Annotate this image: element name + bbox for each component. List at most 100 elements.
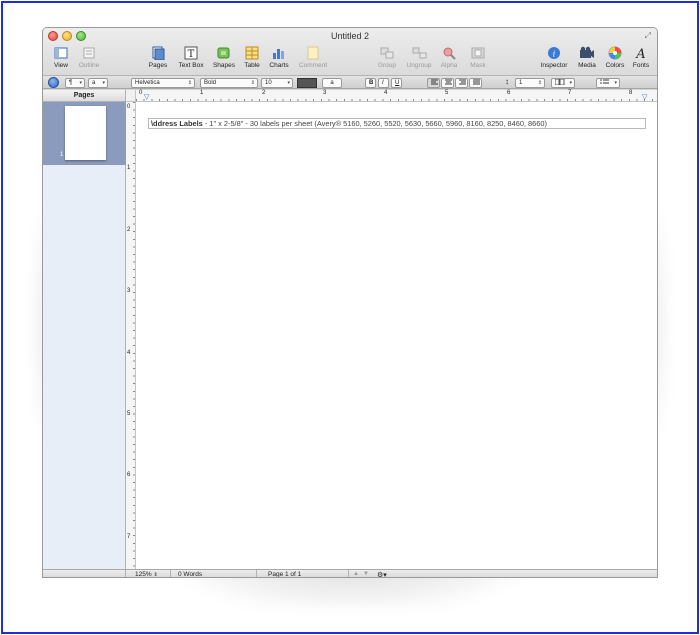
page-thumbnail-number: 1: [60, 152, 64, 158]
char-sample-value: a: [330, 80, 334, 86]
zoom-select[interactable]: 125% ⇕: [135, 571, 158, 578]
right-indent-marker-icon[interactable]: ▽: [642, 93, 647, 101]
inspector-label: Inspector: [540, 62, 568, 69]
bold-label: B: [369, 80, 374, 86]
font-family-select[interactable]: Helvetica ⇕: [131, 78, 195, 88]
table-label: Table: [244, 62, 260, 69]
line-spacing-icon: ↕: [505, 77, 509, 86]
status-separator: [170, 570, 171, 577]
left-indent-marker-icon[interactable]: ▽: [144, 93, 149, 101]
h-ruler-label-8: 8: [629, 90, 633, 96]
fonts-icon: A: [635, 47, 645, 60]
colors-icon: [608, 46, 622, 60]
columns-icon: [554, 79, 565, 86]
align-center-button[interactable]: [441, 78, 454, 88]
ungroup-icon: [412, 47, 427, 59]
action-gear-icon[interactable]: ⚙▾: [377, 571, 387, 577]
svg-text:i: i: [553, 50, 556, 59]
italic-label: I: [382, 80, 384, 86]
alpha-button[interactable]: Alpha: [438, 46, 460, 69]
character-style-value: a: [92, 80, 96, 86]
vertical-ruler[interactable]: 0 1 2 3 4 5 6 7: [126, 102, 136, 569]
v-ruler-label-0: 0: [127, 104, 131, 110]
outline-button[interactable]: Outline: [76, 46, 102, 69]
format-bar: ¶ ▾ a ▾ Helvetica ⇕ Bold ⇕ 10 ▾ a B I U ↕ 1 ⇕ …: [43, 75, 657, 89]
list-style-select[interactable]: ▾: [596, 78, 620, 88]
previous-page-icon[interactable]: ▲: [353, 571, 359, 577]
outline-icon: [83, 47, 95, 59]
page-thumbnail-selected[interactable]: 1: [43, 102, 126, 165]
status-separator: [256, 570, 257, 577]
group-button[interactable]: Group: [375, 46, 399, 69]
align-right-button[interactable]: [455, 78, 468, 88]
shapes-icon: [217, 47, 230, 59]
app-window: Untitled 2 ⤢ View Outline Pages T Text B…: [42, 27, 658, 578]
table-button[interactable]: Table: [241, 46, 263, 69]
justify-button[interactable]: [469, 78, 482, 88]
outline-label: Outline: [78, 62, 100, 69]
page-indicator: Page 1 of 1: [268, 571, 302, 578]
document-text-rest: - 1" x 2-5/8" - 30 labels per sheet (Ave…: [202, 119, 547, 128]
align-left-button[interactable]: [427, 78, 440, 88]
font-size-select[interactable]: 10 ▾: [261, 78, 293, 88]
charts-button[interactable]: Charts: [267, 46, 291, 69]
fonts-button[interactable]: A Fonts: [630, 46, 652, 69]
svg-text:T: T: [188, 49, 195, 60]
text-box-label: Text Box: [178, 62, 204, 69]
text-color-well[interactable]: [297, 78, 317, 88]
pages-icon: [152, 46, 165, 60]
window-title: Untitled 2: [330, 31, 370, 41]
h-ruler-label-1: 1: [200, 90, 204, 96]
align-left-icon: [431, 79, 438, 85]
italic-button[interactable]: I: [378, 78, 389, 88]
page-thumbnail[interactable]: [65, 106, 106, 160]
shapes-label: Shapes: [212, 62, 236, 69]
styles-drawer-icon[interactable]: [48, 77, 59, 88]
alpha-label: Alpha: [440, 62, 458, 69]
underline-button[interactable]: U: [391, 78, 402, 88]
status-separator: [348, 570, 349, 577]
pages-button[interactable]: Pages: [147, 46, 169, 69]
alpha-icon: [443, 47, 456, 60]
text-box-button[interactable]: T Text Box: [176, 46, 206, 69]
pages-sidebar: Pages 1: [43, 90, 126, 569]
line-spacing-value: 1: [519, 80, 523, 86]
horizontal-ruler[interactable]: 0 1 2 3 4 5 6 7 8 ▽ ▽: [136, 90, 657, 102]
bold-button[interactable]: B: [365, 78, 376, 88]
fullscreen-icon[interactable]: ⤢: [645, 31, 651, 41]
mask-button[interactable]: Mask: [467, 46, 489, 69]
font-style-select[interactable]: Bold ⇕: [200, 78, 258, 88]
media-button[interactable]: Media: [575, 46, 599, 69]
paragraph-style-select[interactable]: ¶ ▾: [65, 78, 85, 88]
inspector-button[interactable]: i Inspector: [537, 46, 571, 69]
view-label: View: [54, 62, 68, 69]
ungroup-button[interactable]: Ungroup: [403, 46, 435, 69]
character-style-select[interactable]: a ▾: [88, 78, 108, 88]
document-text-line[interactable]: \ddress Labels - 1" x 2-5/8" - 30 labels…: [148, 118, 646, 129]
h-ruler-label-0: 0: [139, 90, 143, 96]
next-page-icon[interactable]: ▼: [363, 571, 369, 577]
view-button[interactable]: View: [50, 46, 72, 69]
columns-select[interactable]: ▾: [551, 78, 575, 88]
v-ruler-label-6: 6: [127, 472, 131, 478]
comment-icon: [307, 46, 319, 60]
h-ruler-label-3: 3: [323, 90, 327, 96]
character-fill-well[interactable]: a: [322, 78, 342, 88]
h-ruler-label-7: 7: [568, 90, 572, 96]
comment-button[interactable]: Comment: [295, 46, 331, 69]
underline-label: U: [395, 80, 400, 86]
align-center-icon: [445, 79, 452, 85]
font-style-value: Bold: [204, 80, 217, 86]
h-ruler-label-5: 5: [445, 90, 449, 96]
group-icon: [380, 47, 394, 59]
zoom-stepper-icon: ⇕: [153, 572, 158, 578]
table-icon: [245, 46, 259, 60]
line-spacing-select[interactable]: 1 ⇕: [515, 78, 545, 88]
group-label: Group: [377, 62, 397, 69]
colors-button[interactable]: Colors: [602, 46, 628, 69]
document-canvas[interactable]: 0 1 2 3 4 5 6 7 8 ▽ ▽ 0 1 2 3 4 5 6 7 \d…: [126, 90, 657, 569]
shapes-button[interactable]: Shapes: [211, 46, 237, 69]
mask-label: Mask: [470, 62, 486, 69]
status-bar: 125% ⇕ 0 Words Page 1 of 1 ▲ ▼ ⚙▾: [126, 569, 657, 578]
align-right-icon: [459, 79, 466, 85]
